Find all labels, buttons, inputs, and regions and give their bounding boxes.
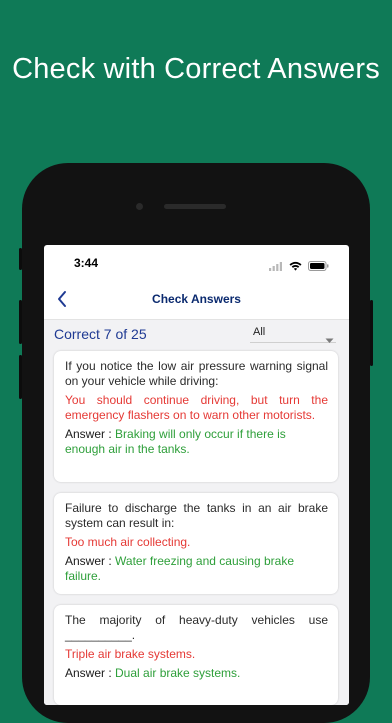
side-button-power	[370, 300, 373, 366]
headline: Check with Correct Answers	[12, 53, 380, 85]
question-card: Failure to discharge the tanks in an air…	[54, 493, 338, 594]
your-answer-text: Too much air collecting.	[65, 535, 191, 549]
correct-answer: Answer : Braking will only occur if ther…	[65, 427, 328, 457]
phone-screen: 3:44 Check Answers Correct 7 of 25 All I…	[44, 245, 349, 705]
navigation-bar: Check Answers	[44, 281, 349, 320]
correct-answer: Answer : Water freezing and causing brak…	[65, 554, 328, 584]
answer-label: Answer :	[65, 666, 116, 680]
wifi-icon	[289, 258, 302, 276]
question-card: If you notice the low air pressure warni…	[54, 351, 338, 482]
side-button-silent	[19, 248, 22, 270]
question-text: Failure to discharge the tanks in an air…	[65, 501, 328, 530]
battery-icon	[308, 258, 329, 276]
speaker-grille	[164, 204, 226, 209]
dropdown-arrow-icon	[325, 331, 334, 349]
status-bar: 3:44	[44, 245, 349, 281]
correct-answer-text: Dual air brake systems.	[115, 666, 241, 680]
question-card: The majority of heavy-duty vehicles use …	[54, 605, 338, 705]
your-answer-text: Triple air brake systems.	[65, 647, 196, 661]
status-time: 3:44	[74, 256, 99, 270]
status-icons	[269, 258, 329, 276]
results-content[interactable]: Correct 7 of 25 All If you notice the lo…	[44, 320, 349, 705]
side-button-volume-up	[19, 300, 22, 344]
front-camera	[136, 203, 143, 210]
question-text: If you notice the low air pressure warni…	[65, 359, 328, 388]
signal-icon	[269, 258, 283, 276]
answer-filter-dropdown[interactable]: All	[250, 326, 336, 343]
your-answer-text: You should continue driving, but turn th…	[65, 393, 328, 422]
answer-label: Answer :	[65, 427, 116, 441]
side-button-volume-down	[19, 355, 22, 399]
answer-label: Answer :	[65, 554, 116, 568]
page-title: Check Answers	[152, 292, 241, 306]
dropdown-selected-value: All	[253, 326, 266, 338]
question-text: The majority of heavy-duty vehicles use …	[65, 613, 328, 642]
filter-row: Correct 7 of 25 All	[44, 320, 349, 348]
score-summary: Correct 7 of 25	[54, 326, 147, 342]
correct-answer: Answer : Dual air brake systems.	[65, 666, 328, 681]
